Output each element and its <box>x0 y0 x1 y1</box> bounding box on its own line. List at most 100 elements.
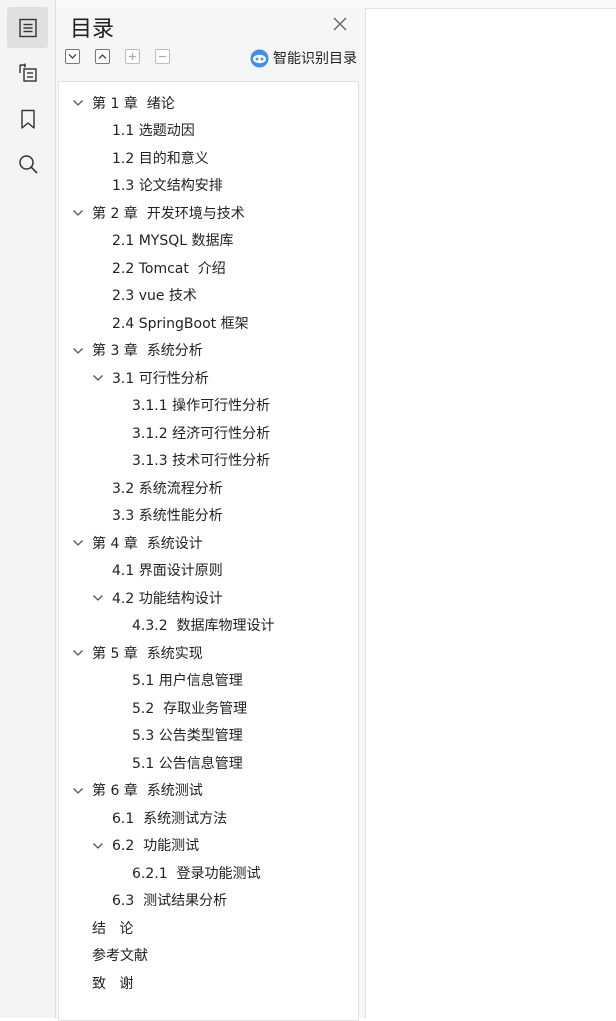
document-list-icon <box>18 18 37 37</box>
panel-title: 目录 <box>70 17 115 42</box>
toc-entry-label: 5.2 存取业务管理 <box>132 700 248 717</box>
toc-entry[interactable]: 第 5 章 系统实现 <box>59 639 358 666</box>
toc-entry[interactable]: 5.2 存取业务管理 <box>59 694 358 721</box>
toc-entry-label: 第 6 章 系统测试 <box>92 783 203 799</box>
close-icon[interactable] <box>331 15 349 33</box>
chevron-up-icon <box>98 54 107 59</box>
chevron-down-icon[interactable] <box>72 647 84 659</box>
search-icon <box>18 154 38 174</box>
toc-entry-label: 第 1 章 绪论 <box>92 95 175 112</box>
search-view-button[interactable] <box>7 143 48 184</box>
bookmark-icon <box>20 109 35 129</box>
toc-entry[interactable]: 3.1.1 操作可行性分析 <box>59 392 358 419</box>
toc-entry-label: 2.1 MYSQL 数据库 <box>112 233 234 249</box>
chevron-down-icon <box>68 54 77 59</box>
outline-view-button[interactable] <box>7 52 48 93</box>
chevron-down-icon[interactable] <box>72 207 84 219</box>
toc-entry-label: 1.2 目的和意义 <box>112 150 209 167</box>
outline-tree-icon <box>18 63 37 82</box>
toc-tree: 第 1 章 绪论 1.1 选题动因 1.2 目的和意义 1.3 论文结构安排第 2 章… <box>58 81 359 1021</box>
toc-entry-label: 4.2 功能结构设计 <box>112 590 223 607</box>
toc-entry-label: 第 2 章 开发环境与技术 <box>92 205 245 222</box>
toc-entry-label: 5.1 用户信息管理 <box>132 673 243 689</box>
chevron-down-icon[interactable] <box>72 537 84 549</box>
minus-icon <box>159 55 166 58</box>
toc-entry[interactable]: 致 谢 <box>59 969 358 996</box>
toc-entry-label: 第 5 章 系统实现 <box>92 645 203 662</box>
toc-panel: 目录 智能识别目录 第 1 章 绪论 1.1 选题动因 1.2 目的和意义 1.3 论… <box>56 8 366 1021</box>
toc-entry[interactable]: 结 论 <box>59 914 358 941</box>
toc-entry[interactable]: 5.1 用户信息管理 <box>59 667 358 694</box>
toc-entry[interactable]: 1.2 目的和意义 <box>59 144 358 171</box>
expand-all-button[interactable] <box>65 49 80 64</box>
toc-entry-label: 致 谢 <box>92 975 134 992</box>
toc-entry[interactable]: 第 1 章 绪论 <box>59 89 358 116</box>
chevron-down-icon[interactable] <box>72 345 84 357</box>
chevron-down-icon[interactable] <box>92 372 104 384</box>
toc-entry[interactable]: 1.3 论文结构安排 <box>59 172 358 199</box>
chevron-down-icon[interactable] <box>92 840 104 852</box>
smart-toc-button[interactable]: 智能识别目录 <box>250 48 357 68</box>
toc-entry[interactable]: 3.2 系统流程分析 <box>59 474 358 501</box>
toc-entry-label: 4.3.2 数据库物理设计 <box>132 618 275 634</box>
toc-entry-label: 4.1 界面设计原则 <box>112 563 223 579</box>
toc-entry-label: 第 4 章 系统设计 <box>92 535 203 552</box>
toc-entry-label: 3.2 系统流程分析 <box>112 480 223 497</box>
collapse-all-button[interactable] <box>95 49 110 64</box>
toc-entry-label: 结 论 <box>92 920 134 937</box>
toc-entry-label: 6.1 系统测试方法 <box>112 810 228 827</box>
toc-entry[interactable]: 5.3 公告类型管理 <box>59 722 358 749</box>
toc-entry[interactable]: 6.2 功能测试 <box>59 832 358 859</box>
document-content <box>370 9 616 1018</box>
toc-entry[interactable]: 4.2 功能结构设计 <box>59 584 358 611</box>
plus-icon <box>129 53 136 60</box>
add-entry-button[interactable] <box>125 49 140 64</box>
toc-entry-label: 3.1.2 经济可行性分析 <box>132 425 271 442</box>
toc-entry[interactable]: 参考文献 <box>59 942 358 969</box>
toc-entry-label: 3.1.1 操作可行性分析 <box>132 398 271 414</box>
toc-entry[interactable]: 2.4 SpringBoot 框架 <box>59 309 358 336</box>
toc-entry-label: 1.3 论文结构安排 <box>112 178 223 194</box>
toc-entry-label: 3.1.3 技术可行性分析 <box>132 453 271 469</box>
toc-entry-label: 5.1 公告信息管理 <box>132 755 243 772</box>
toc-entry-label: 2.2 Tomcat 介绍 <box>112 260 226 277</box>
toc-entry[interactable]: 第 2 章 开发环境与技术 <box>59 199 358 226</box>
remove-entry-button[interactable] <box>155 49 170 64</box>
toc-entry-label: 2.3 vue 技术 <box>112 288 197 304</box>
toc-entry[interactable]: 3.3 系统性能分析 <box>59 502 358 529</box>
chevron-down-icon[interactable] <box>92 592 104 604</box>
toc-entry-label: 3.3 系统性能分析 <box>112 508 223 524</box>
toc-entry[interactable]: 6.3 测试结果分析 <box>59 887 358 914</box>
toc-entry[interactable]: 第 4 章 系统设计 <box>59 529 358 556</box>
toc-entry[interactable]: 4.1 界面设计原则 <box>59 557 358 584</box>
toc-entry-label: 第 3 章 系统分析 <box>92 343 203 359</box>
smart-toc-label: 智能识别目录 <box>273 51 357 67</box>
toc-entry-label: 3.1 可行性分析 <box>112 370 209 387</box>
toc-entry-label: 6.2.1 登录功能测试 <box>132 865 261 882</box>
bookmark-view-button[interactable] <box>7 98 48 139</box>
toc-entry-label: 参考文献 <box>92 948 148 964</box>
toc-entry[interactable]: 第 6 章 系统测试 <box>59 777 358 804</box>
toc-entry[interactable]: 3.1.3 技术可行性分析 <box>59 447 358 474</box>
toc-entry[interactable]: 6.1 系统测试方法 <box>59 804 358 831</box>
toc-entry[interactable]: 2.3 vue 技术 <box>59 282 358 309</box>
toc-entry[interactable]: 第 3 章 系统分析 <box>59 337 358 364</box>
toc-entry[interactable]: 6.2.1 登录功能测试 <box>59 859 358 886</box>
toc-entry-label: 6.3 测试结果分析 <box>112 893 228 909</box>
sidebar-rail <box>0 0 56 1018</box>
chevron-down-icon[interactable] <box>72 97 84 109</box>
toc-entry[interactable]: 2.2 Tomcat 介绍 <box>59 254 358 281</box>
toc-entry[interactable]: 4.3.2 数据库物理设计 <box>59 612 358 639</box>
toc-entry-label: 5.3 公告类型管理 <box>132 728 243 744</box>
toc-entry[interactable]: 3.1.2 经济可行性分析 <box>59 419 358 446</box>
chevron-down-icon[interactable] <box>72 785 84 797</box>
toc-entry[interactable]: 1.1 选题动因 <box>59 117 358 144</box>
ai-assistant-icon <box>250 49 269 67</box>
toc-view-button[interactable] <box>7 7 48 48</box>
toc-entry[interactable]: 5.1 公告信息管理 <box>59 749 358 776</box>
toc-entry[interactable]: 3.1 可行性分析 <box>59 364 358 391</box>
toc-entry-label: 2.4 SpringBoot 框架 <box>112 315 249 332</box>
toc-entry-label: 6.2 功能测试 <box>112 838 200 854</box>
toc-entry-label: 1.1 选题动因 <box>112 123 195 139</box>
toc-entry[interactable]: 2.1 MYSQL 数据库 <box>59 227 358 254</box>
